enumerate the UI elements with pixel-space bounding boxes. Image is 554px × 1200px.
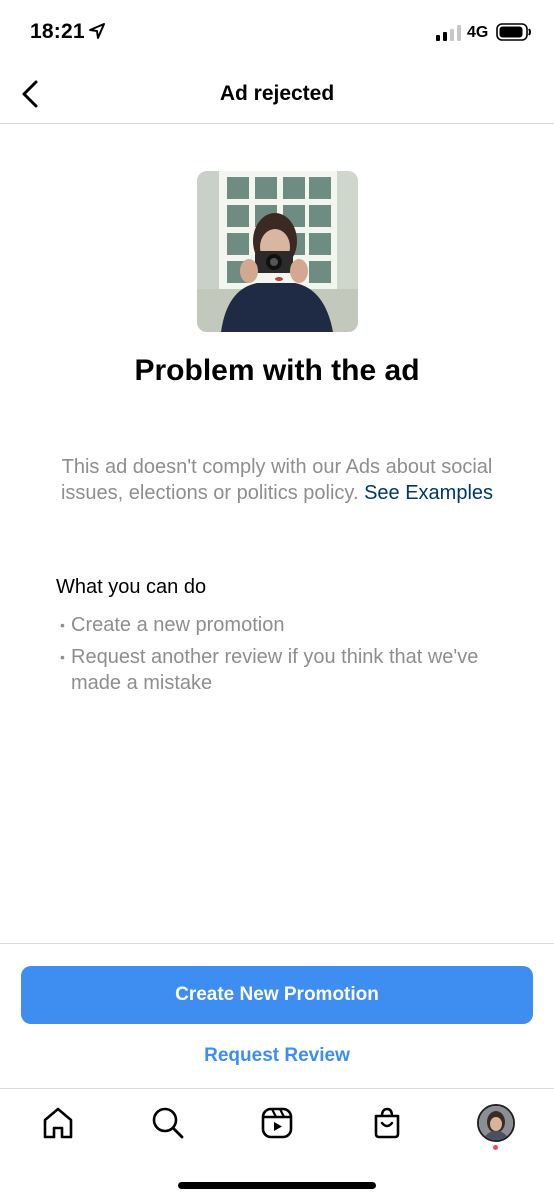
status-time: 18:21 <box>30 20 85 43</box>
tab-search[interactable] <box>148 1103 188 1143</box>
problem-title: Problem with the ad <box>134 354 420 387</box>
tab-profile[interactable] <box>476 1103 516 1143</box>
signal-icon <box>436 25 461 41</box>
network-label: 4G <box>467 24 489 41</box>
shop-icon <box>374 1107 400 1139</box>
ad-image <box>197 171 358 332</box>
tab-shop[interactable] <box>367 1103 407 1143</box>
tab-home[interactable] <box>38 1103 78 1143</box>
avatar <box>477 1104 515 1142</box>
tab-reels[interactable] <box>257 1103 297 1143</box>
location-arrow-icon <box>89 23 105 39</box>
see-examples-link[interactable]: See Examples <box>364 482 493 504</box>
divider <box>0 943 554 944</box>
home-icon <box>43 1107 73 1139</box>
what-you-can-do-heading: What you can do <box>56 576 207 598</box>
status-bar: 18:21 4G <box>0 0 554 66</box>
search-icon <box>152 1107 184 1139</box>
notification-dot <box>493 1145 498 1150</box>
request-review-button[interactable]: Request Review <box>0 1045 554 1067</box>
action-list: Create a new promotion Request another r… <box>60 612 500 702</box>
list-item: Create a new promotion <box>60 612 500 638</box>
battery-icon <box>496 23 531 41</box>
create-new-promotion-button[interactable]: Create New Promotion <box>21 966 533 1024</box>
home-indicator <box>178 1182 376 1189</box>
list-item: Request another review if you think that… <box>60 644 500 696</box>
nav-header: Ad rejected <box>0 66 554 124</box>
reels-icon <box>261 1107 293 1139</box>
rejection-description: This ad doesn't comply with our Ads abou… <box>50 454 504 506</box>
page-title: Ad rejected <box>219 82 335 105</box>
